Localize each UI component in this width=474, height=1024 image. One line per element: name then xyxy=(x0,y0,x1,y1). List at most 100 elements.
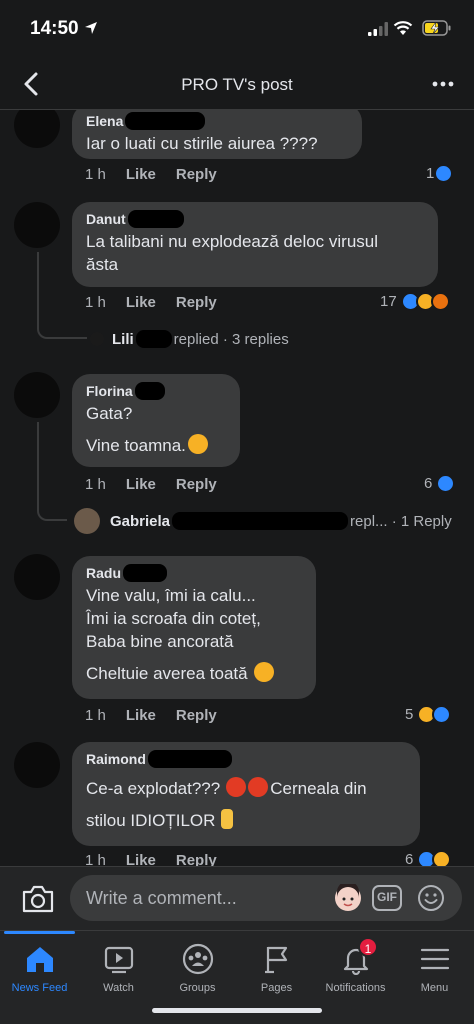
tab-label: News Feed xyxy=(11,982,68,994)
replier-avatar xyxy=(74,508,100,534)
tab-watch[interactable]: Watch xyxy=(79,931,158,1001)
hamburger-icon xyxy=(420,948,449,970)
comments-feed: Elena Iar o luati cu stirile aiurea ????… xyxy=(0,110,474,866)
comment-bubble: Radu Vine valu, îmi ia calu... Îmi ia sc… xyxy=(72,556,316,699)
commenter-avatar[interactable] xyxy=(14,372,60,418)
commenter-avatar[interactable] xyxy=(14,202,60,248)
comment-author[interactable]: Danut xyxy=(86,211,126,227)
view-replies-link[interactable]: Gabriela repl... · 1 Reply xyxy=(74,508,452,534)
reaction-count: 6 xyxy=(424,475,433,492)
reaction-summary[interactable]: 17 xyxy=(380,292,450,311)
comment-composer: Write a comment... GIF xyxy=(0,866,474,930)
battery-charging-icon xyxy=(422,20,451,36)
emoji-icon[interactable] xyxy=(417,884,445,912)
haha-reaction-icon xyxy=(432,850,452,866)
comment-text-line: Cheltuie averea toată xyxy=(86,662,302,685)
tab-label: Menu xyxy=(420,982,449,994)
tab-pages[interactable]: Pages xyxy=(237,931,316,1001)
comment-author[interactable]: Raimond xyxy=(86,751,146,767)
reaction-summary[interactable]: 6 xyxy=(405,850,452,866)
more-options-icon[interactable] xyxy=(430,72,456,96)
replies-count: repl... · 1 Reply xyxy=(350,512,452,530)
notification-badge: 1 xyxy=(358,937,378,957)
gif-button[interactable]: GIF xyxy=(372,885,402,911)
post-header: PRO TV's post xyxy=(0,58,474,110)
tears-of-joy-emoji-icon xyxy=(187,434,208,454)
redacted-name xyxy=(147,750,232,768)
reaction-summary[interactable]: 5 xyxy=(405,705,452,724)
comment-input[interactable]: Write a comment... GIF xyxy=(70,875,462,921)
active-tab-indicator xyxy=(4,931,75,934)
comment-text: Ce-a explodat??? xyxy=(86,779,221,798)
avatar-sticker-icon[interactable] xyxy=(334,884,362,912)
reply-button[interactable]: Reply xyxy=(176,166,217,183)
reaction-count: 1 xyxy=(426,165,435,182)
reply-button[interactable]: Reply xyxy=(176,707,217,724)
reply-button[interactable]: Reply xyxy=(176,294,217,311)
comment-actions: 1 h Like Reply xyxy=(85,166,237,183)
thread-line xyxy=(37,422,67,521)
comment-text: Cerneala din xyxy=(270,779,367,798)
like-button[interactable]: Like xyxy=(126,166,156,183)
like-button[interactable]: Like xyxy=(126,707,156,724)
like-reaction-icon xyxy=(432,705,452,724)
like-reaction-icon xyxy=(434,164,454,183)
angry-face-emoji-icon xyxy=(248,777,269,797)
redacted-name xyxy=(125,112,206,130)
tab-news-feed[interactable]: News Feed xyxy=(0,931,79,1001)
angry-reaction-icon xyxy=(430,292,450,311)
comment-bubble: Danut La talibani nu explodează deloc vi… xyxy=(72,202,438,287)
commenter-avatar[interactable] xyxy=(14,554,60,600)
comment-actions: 1 h Like Reply xyxy=(85,476,237,493)
status-bar: 14:50 xyxy=(0,0,474,58)
like-button[interactable]: Like xyxy=(126,476,156,493)
redacted-name xyxy=(127,210,184,228)
home-icon xyxy=(26,947,53,972)
reply-button[interactable]: Reply xyxy=(176,852,217,866)
comment-text: stilou IDIOȚILOR xyxy=(86,811,216,830)
camera-icon[interactable] xyxy=(20,883,56,915)
comment-author[interactable]: Radu xyxy=(86,565,121,581)
comment-text: La talibani nu explodează deloc virusul xyxy=(86,232,379,251)
cellular-signal-icon xyxy=(368,22,388,36)
tab-notifications[interactable]: 1 Notifications xyxy=(316,931,395,1001)
replier-name: Gabriela xyxy=(110,512,171,530)
commenter-avatar[interactable] xyxy=(14,742,60,788)
like-button[interactable]: Like xyxy=(126,294,156,311)
tab-groups[interactable]: Groups xyxy=(158,931,237,1001)
gif-label: GIF xyxy=(377,890,397,904)
reaction-summary[interactable]: 6 xyxy=(424,474,456,493)
reply-button[interactable]: Reply xyxy=(176,476,217,493)
comment-actions: 1 h Like Reply xyxy=(85,294,237,311)
comment-text: Îmi ia scroafa din coteț, xyxy=(86,609,261,628)
reaction-count: 17 xyxy=(380,293,397,310)
reaction-count: 5 xyxy=(405,706,414,723)
home-indicator[interactable] xyxy=(152,1008,322,1013)
tab-label: Watch xyxy=(103,982,134,994)
page-title: PRO TV's post xyxy=(181,75,293,94)
comment-bubble: Raimond Ce-a explodat??? Cerneala din sti… xyxy=(72,742,420,846)
comment-author[interactable]: Florina xyxy=(86,383,133,399)
tab-label: Notifications xyxy=(325,982,386,994)
comment-text: ăsta xyxy=(86,255,119,274)
like-button[interactable]: Like xyxy=(126,852,156,866)
comment-text-line: stilou IDIOȚILOR xyxy=(86,809,406,832)
comment-text-line: Ce-a explodat??? Cerneala din xyxy=(86,777,406,800)
comment-time: 1 h xyxy=(85,476,106,493)
like-reaction-icon xyxy=(436,474,456,493)
reaction-summary[interactable]: 1 xyxy=(426,164,454,183)
comment-time: 1 h xyxy=(85,294,106,311)
comment-text: Vine valu, îmi ia calu... xyxy=(86,586,256,605)
view-replies-link[interactable]: Lili replied · 3 replies xyxy=(90,330,289,348)
comment-bubble: Florina Gata? Vine toamna. xyxy=(72,374,240,467)
comment-author[interactable]: Elena xyxy=(86,113,123,129)
reaction-count: 6 xyxy=(405,851,414,866)
commenter-avatar[interactable] xyxy=(14,110,60,148)
comment-actions: 1 h Like Reply xyxy=(85,707,237,724)
groups-icon xyxy=(182,943,213,975)
comment-text: Cheltuie averea toată xyxy=(86,664,248,683)
grinning-emoji-icon xyxy=(253,662,274,682)
tab-menu[interactable]: Menu xyxy=(395,931,474,1001)
comment-actions: 1 h Like Reply xyxy=(85,852,237,866)
replier-avatar xyxy=(90,332,104,346)
